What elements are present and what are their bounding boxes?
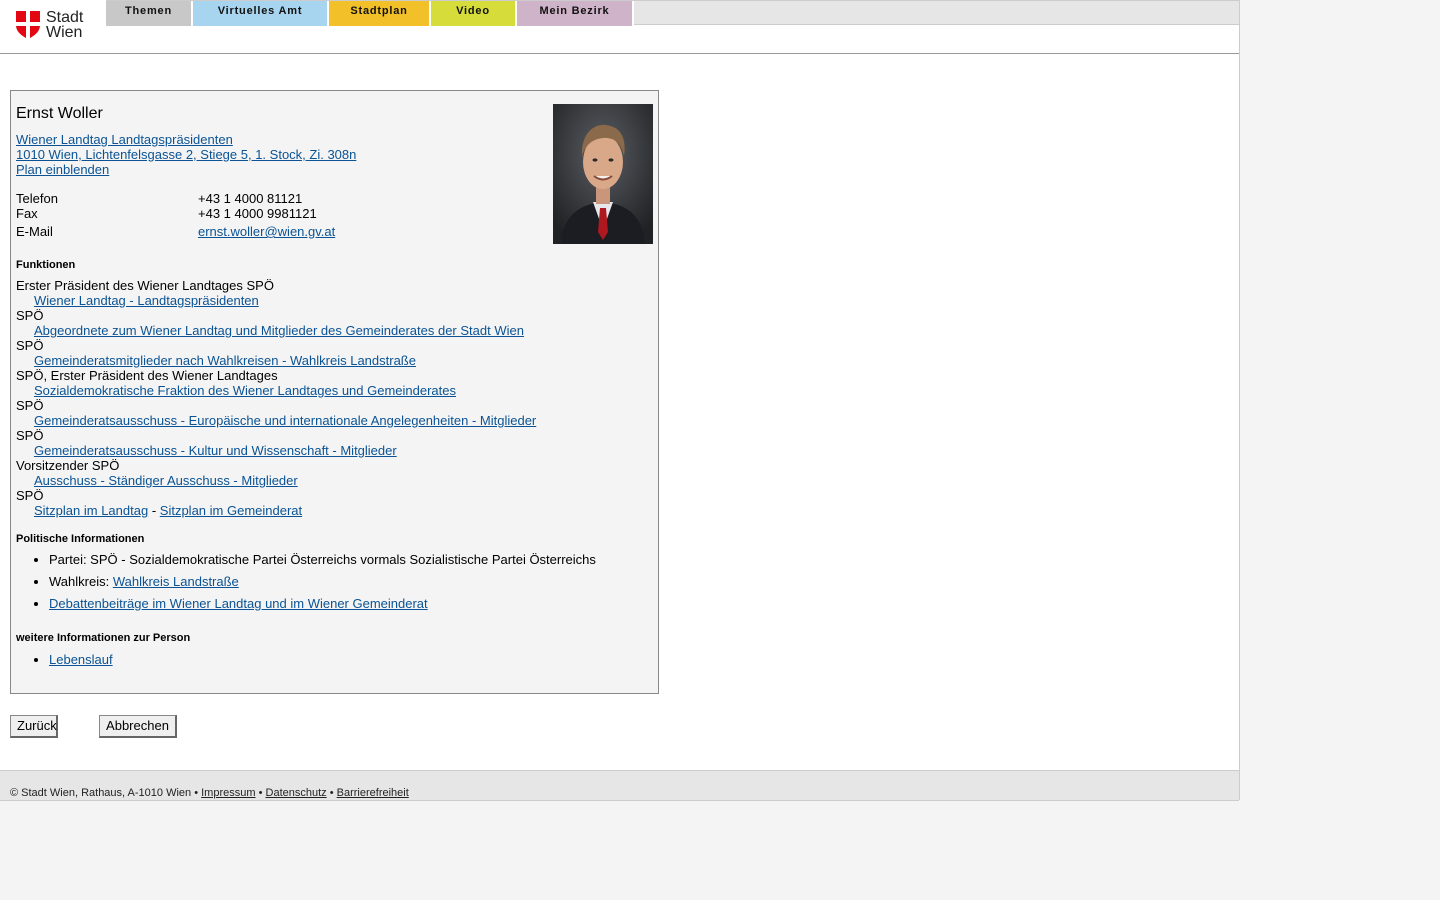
footer-copyright: © Stadt Wien, Rathaus, A-1010 Wien bbox=[10, 787, 192, 799]
address-link[interactable]: 1010 Wien, Lichtenfelsgasse 2, Stiege 5,… bbox=[16, 147, 356, 162]
page: Stadt Wien Themen Virtuelles Amt Stadtpl… bbox=[0, 0, 1240, 801]
top-navigation: Themen Virtuelles Amt Stadtplan Video Me… bbox=[106, 0, 1239, 26]
function-role: SPÖ bbox=[16, 428, 44, 443]
logo-wordmark: Stadt Wien bbox=[46, 9, 84, 41]
site-footer: © Stadt Wien, Rathaus, A-1010 Wien • Imp… bbox=[0, 770, 1239, 801]
lebenslauf-link[interactable]: Lebenslauf bbox=[49, 652, 113, 667]
tab-themen[interactable]: Themen bbox=[106, 1, 193, 26]
person-photo bbox=[553, 104, 653, 244]
wahlkreis-label: Wahlkreis: bbox=[49, 574, 110, 589]
function-link[interactable]: Sozialdemokratische Fraktion des Wiener … bbox=[34, 383, 456, 398]
tab-stadtplan[interactable]: Stadtplan bbox=[329, 1, 431, 26]
logo-line-1: Stadt bbox=[46, 9, 84, 26]
politische-heading: Politische Informationen bbox=[16, 533, 145, 545]
stadt-wien-logo[interactable]: Stadt Wien bbox=[16, 10, 106, 42]
function-link[interactable]: Gemeinderatsausschuss - Kultur und Wisse… bbox=[34, 443, 397, 458]
weitere-heading: weitere Informationen zur Person bbox=[16, 632, 191, 644]
email-link[interactable]: ernst.woller@wien.gv.at bbox=[198, 224, 335, 239]
sitzplan-gemeinderat-link[interactable]: Sitzplan im Gemeinderat bbox=[160, 503, 302, 518]
funktionen-heading: Funktionen bbox=[16, 259, 76, 271]
footer-separator: • bbox=[258, 787, 263, 799]
function-link[interactable]: Wiener Landtag - Landtagspräsidenten bbox=[34, 293, 259, 308]
person-name: Ernst Woller bbox=[16, 105, 103, 122]
wahlkreis-link[interactable]: Wahlkreis Landstraße bbox=[113, 574, 239, 589]
footer-separator: • bbox=[329, 787, 334, 799]
function-role: SPÖ bbox=[16, 488, 44, 503]
org-link[interactable]: Wiener Landtag Landtagspräsidenten bbox=[16, 132, 233, 147]
phone-label: Telefon bbox=[16, 191, 58, 206]
function-role: SPÖ bbox=[16, 308, 44, 323]
function-link[interactable]: Gemeinderatsmitglieder nach Wahlkreisen … bbox=[34, 353, 416, 368]
function-link[interactable]: Ausschuss - Ständiger Ausschuss - Mitgli… bbox=[34, 473, 298, 488]
impressum-link[interactable]: Impressum bbox=[201, 787, 255, 799]
map-link[interactable]: Plan einblenden bbox=[16, 162, 109, 177]
function-link[interactable]: Abgeordnete zum Wiener Landtag und Mitgl… bbox=[34, 323, 524, 338]
sitzplan-separator: - bbox=[151, 503, 157, 518]
cancel-button[interactable]: Abbrechen bbox=[99, 715, 177, 738]
datenschutz-link[interactable]: Datenschutz bbox=[266, 787, 327, 799]
wahlkreis-item: Wahlkreis: Wahlkreis Landstraße bbox=[49, 574, 596, 596]
function-link[interactable]: Gemeinderatsausschuss - Europäische und … bbox=[34, 413, 536, 428]
email-label: E-Mail bbox=[16, 224, 53, 239]
function-role: SPÖ bbox=[16, 338, 44, 353]
fax-label: Fax bbox=[16, 206, 38, 221]
back-button[interactable]: Zurück bbox=[10, 715, 58, 738]
fax-value: +43 1 4000 9981121 bbox=[198, 206, 317, 221]
function-role: SPÖ, Erster Präsident des Wiener Landtag… bbox=[16, 368, 278, 383]
barrierefreiheit-link[interactable]: Barrierefreiheit bbox=[337, 787, 409, 799]
logo-line-2: Wien bbox=[46, 24, 83, 41]
footer-text: © Stadt Wien, Rathaus, A-1010 Wien • Imp… bbox=[10, 787, 409, 799]
wien-shield-icon bbox=[16, 11, 40, 39]
sitzplan-row: Sitzplan im Landtag - Sitzplan im Gemein… bbox=[34, 503, 302, 518]
site-header: Stadt Wien Themen Virtuelles Amt Stadtpl… bbox=[0, 0, 1239, 54]
footer-separator: • bbox=[194, 787, 199, 799]
tab-video[interactable]: Video bbox=[431, 1, 517, 26]
debatten-item: Debattenbeiträge im Wiener Landtag und i… bbox=[49, 596, 596, 618]
person-card: Ernst Woller Wiener Landtag Landtagspräs… bbox=[10, 90, 659, 694]
function-role: Vorsitzender SPÖ bbox=[16, 458, 120, 473]
tab-virtuelles-amt[interactable]: Virtuelles Amt bbox=[193, 1, 329, 26]
phone-value: +43 1 4000 81121 bbox=[198, 191, 303, 206]
sitzplan-landtag-link[interactable]: Sitzplan im Landtag bbox=[34, 503, 148, 518]
politische-list: Partei: SPÖ - Sozialdemokratische Partei… bbox=[16, 552, 596, 618]
lebenslauf-item: Lebenslauf bbox=[49, 652, 113, 674]
weitere-list: Lebenslauf bbox=[16, 652, 113, 674]
function-role: Erster Präsident des Wiener Landtages SP… bbox=[16, 278, 274, 293]
debatten-link[interactable]: Debattenbeiträge im Wiener Landtag und i… bbox=[49, 596, 428, 611]
tab-mein-bezirk[interactable]: Mein Bezirk bbox=[517, 1, 634, 26]
function-role: SPÖ bbox=[16, 398, 44, 413]
partei-item: Partei: SPÖ - Sozialdemokratische Partei… bbox=[49, 552, 596, 574]
